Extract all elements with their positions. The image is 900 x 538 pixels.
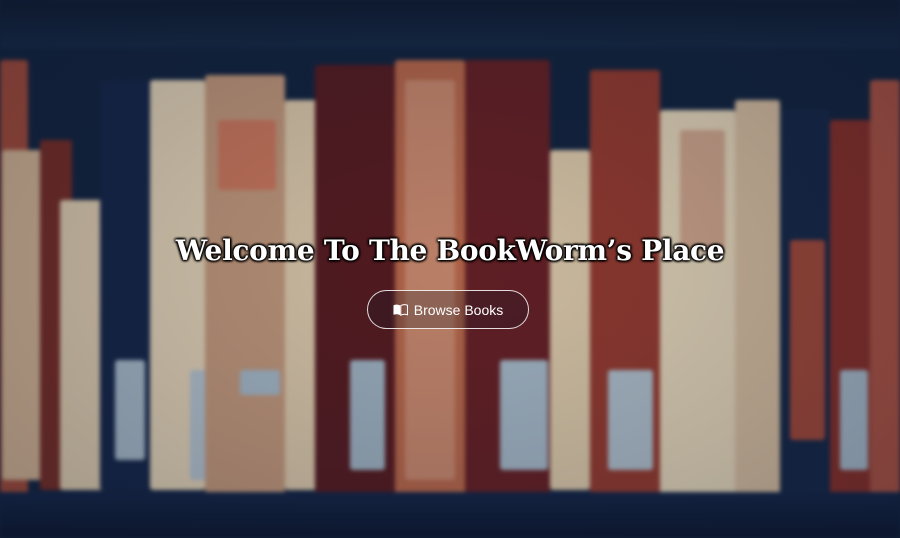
hero-title: Welcome To The BookWorm’s Place xyxy=(175,234,725,267)
browse-books-button[interactable]: Browse Books xyxy=(367,290,529,329)
browse-books-label: Browse Books xyxy=(413,301,504,318)
hero-section: Welcome To The BookWorm’s Place Browse B… xyxy=(0,0,900,538)
open-book-icon xyxy=(393,303,408,316)
hero-content: Welcome To The BookWorm’s Place Browse B… xyxy=(0,0,900,538)
